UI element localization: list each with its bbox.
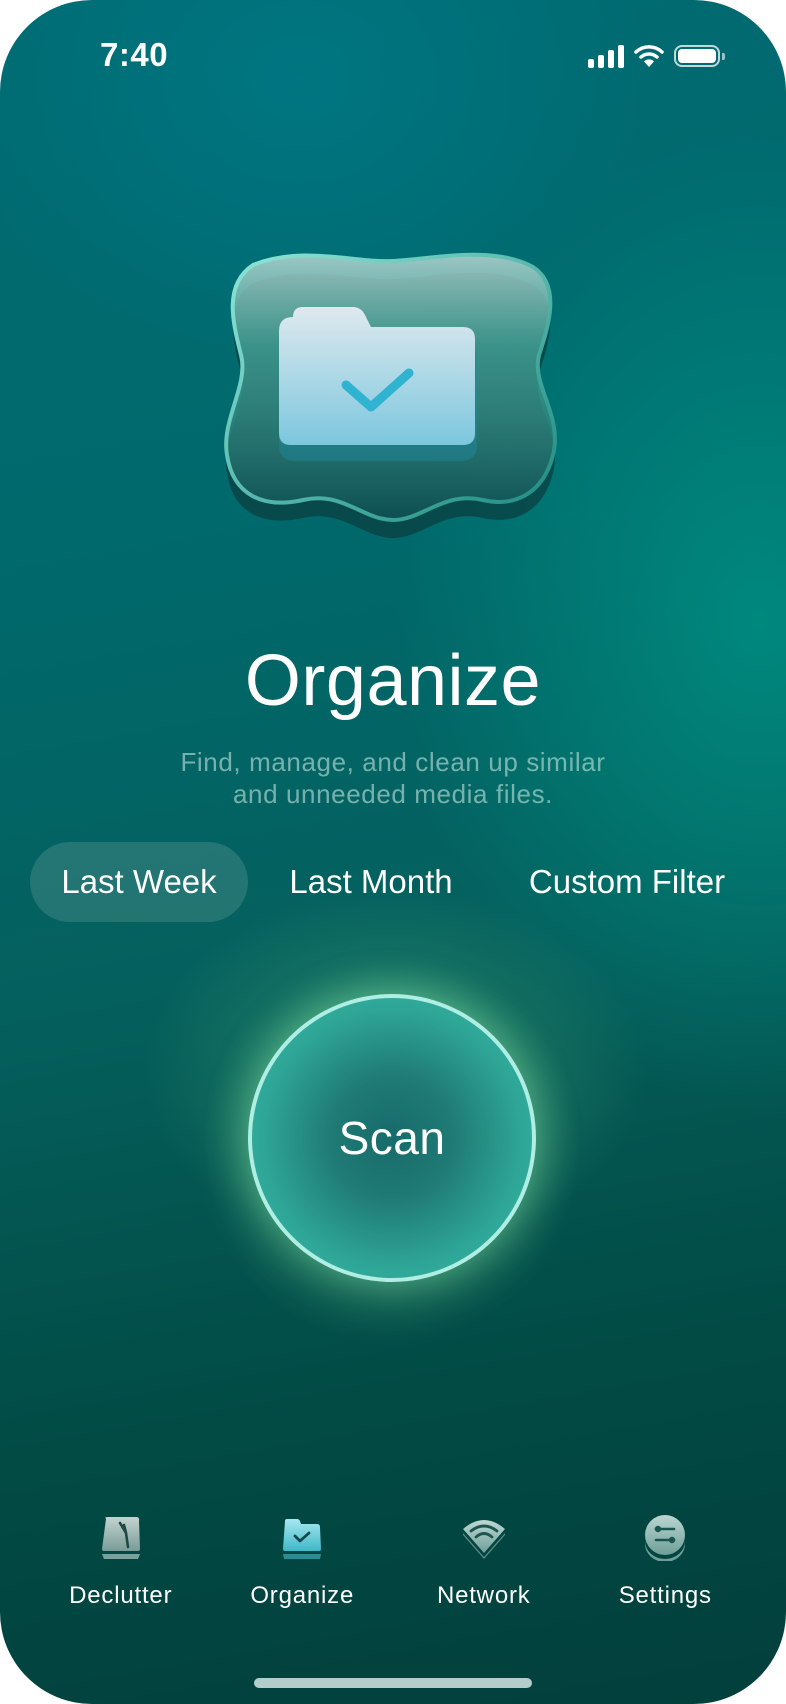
app-screen: 7:40 Organize Find, manage, and clean up… xyxy=(0,0,786,1704)
scan-button-label: Scan xyxy=(338,1112,446,1164)
folder-check-icon xyxy=(283,1519,322,1559)
battery-icon xyxy=(674,45,725,67)
scan-button[interactable]: Scan xyxy=(248,994,536,1282)
page-title: Organize xyxy=(244,641,542,721)
tab-label: Network xyxy=(436,1582,531,1609)
cellular-signal-icon xyxy=(588,44,624,68)
filter-last-month[interactable]: Last Month xyxy=(248,842,494,922)
tab-declutter[interactable]: Declutter xyxy=(30,1510,212,1610)
tab-organize[interactable]: Organize xyxy=(212,1510,394,1610)
tab-label: Organize xyxy=(250,1582,355,1609)
network-wifi-icon xyxy=(462,1520,505,1559)
tab-network[interactable]: Network xyxy=(393,1510,575,1610)
subtitle-line-2: and unneeded media files. xyxy=(232,779,553,809)
folder-check-icon xyxy=(224,252,557,538)
page-subtitle: Find, manage, and clean up similar and u… xyxy=(0,746,786,810)
time-filter-segmented-control: Last Week Last Month Custom Filter xyxy=(30,842,760,922)
filter-custom[interactable]: Custom Filter xyxy=(494,842,760,922)
tab-label: Declutter xyxy=(69,1582,173,1609)
status-icons xyxy=(588,44,725,68)
declutter-icon xyxy=(101,1517,140,1559)
subtitle-line-1: Find, manage, and clean up similar xyxy=(180,747,606,777)
tab-bar: Declutter Organize Network Settings xyxy=(30,1510,756,1610)
status-time: 7:40 xyxy=(100,36,169,73)
tab-label: Settings xyxy=(618,1582,712,1609)
wifi-icon xyxy=(634,45,664,67)
tab-settings[interactable]: Settings xyxy=(575,1510,757,1610)
settings-sliders-icon xyxy=(645,1515,686,1561)
filter-last-week[interactable]: Last Week xyxy=(30,842,248,922)
home-indicator[interactable] xyxy=(254,1678,532,1688)
